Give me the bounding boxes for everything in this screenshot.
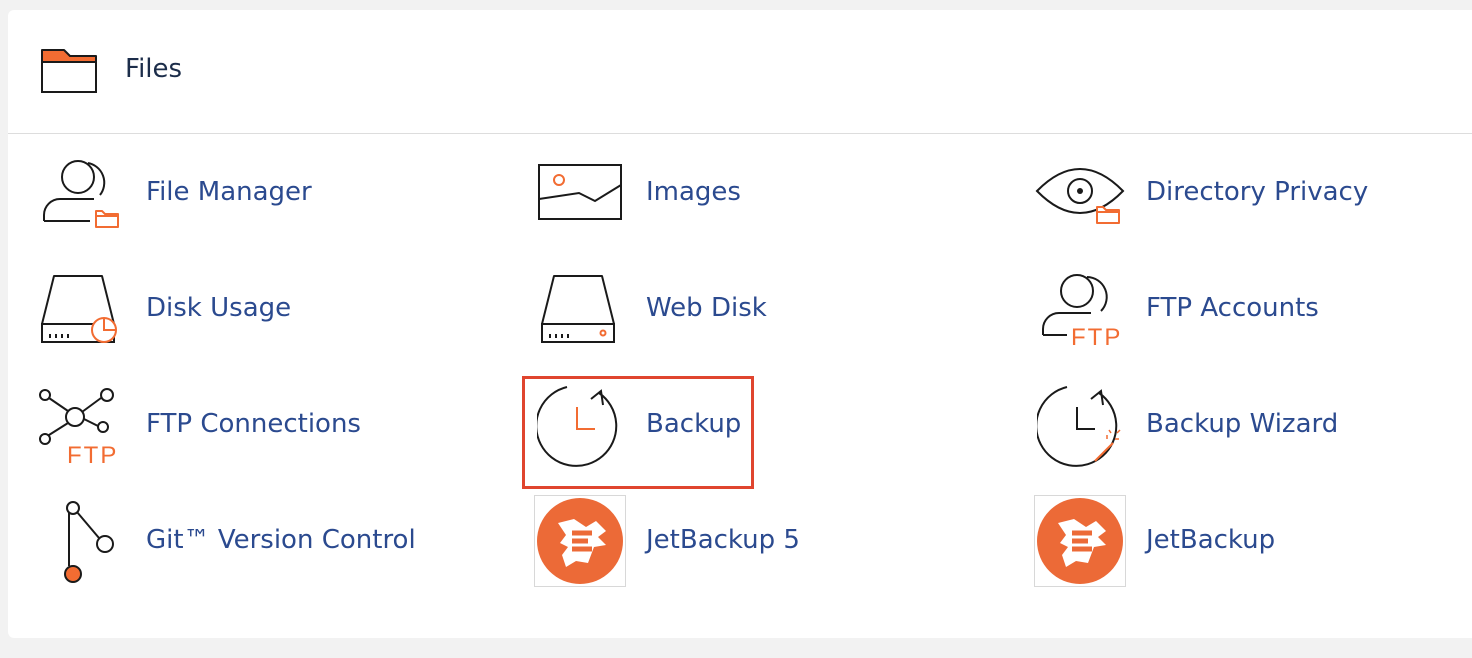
backup-highlight-box [522, 376, 754, 489]
images-icon [534, 147, 626, 239]
file-manager-icon [34, 147, 126, 239]
directory-privacy-label: Directory Privacy [1146, 177, 1369, 207]
disk-usage-icon [34, 263, 126, 355]
jetbackup-logo-icon [1034, 495, 1126, 587]
ftp-accounts-icon: FTP [1034, 263, 1126, 355]
web-disk-icon [534, 263, 626, 355]
folder-icon [41, 49, 97, 93]
directory-privacy-icon [1034, 147, 1126, 239]
panel-header: Files [8, 10, 1472, 134]
jetbackup-5-label: JetBackup 5 [646, 525, 800, 555]
panel-title: Files [125, 54, 183, 84]
svg-text:FTP: FTP [67, 442, 118, 467]
ftp-connections-label: FTP Connections [146, 409, 361, 439]
jetbackup-label: JetBackup [1146, 525, 1276, 555]
backup-wizard-label: Backup Wizard [1146, 409, 1339, 439]
ftp-connections-icon: FTP [34, 379, 126, 471]
disk-usage-label: Disk Usage [146, 293, 292, 323]
ftp-accounts-label: FTP Accounts [1146, 293, 1319, 323]
git-version-control-label: Git™ Version Control [146, 525, 416, 555]
git-icon [34, 495, 126, 587]
images-label: Images [646, 177, 741, 207]
file-manager-label: File Manager [146, 177, 312, 207]
jetbackup-logo-icon [534, 495, 626, 587]
svg-text:FTP: FTP [1071, 324, 1122, 347]
backup-wizard-icon [1034, 379, 1126, 471]
web-disk-label: Web Disk [646, 293, 767, 323]
